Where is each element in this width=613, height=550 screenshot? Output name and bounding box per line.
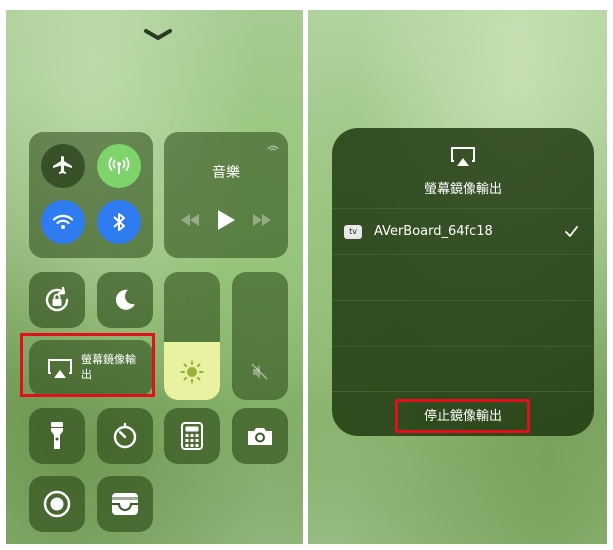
music-controls xyxy=(164,208,288,232)
bluetooth-toggle[interactable] xyxy=(97,200,141,244)
device-list: tv AVerBoard_64fc18 xyxy=(332,208,594,392)
stop-mirroring-highlight xyxy=(395,399,530,433)
wallet-button[interactable] xyxy=(97,476,153,532)
bluetooth-icon xyxy=(113,213,125,231)
wifi-icon xyxy=(52,214,74,229)
moon-icon xyxy=(115,289,135,310)
rotation-lock-icon xyxy=(45,286,69,312)
apple-tv-badge: tv xyxy=(344,225,362,239)
camera-icon xyxy=(248,428,272,445)
play-icon[interactable] xyxy=(215,208,237,232)
control-center-panel: 音樂 螢幕鏡像輸出 xyxy=(6,10,303,544)
screen-mirroring-icon xyxy=(451,147,475,166)
wallet-icon xyxy=(112,493,138,515)
screen-recording-button[interactable] xyxy=(29,476,85,532)
mute-speaker-icon xyxy=(251,363,268,380)
timer-icon xyxy=(113,422,137,449)
music-tile[interactable]: 音樂 xyxy=(164,132,288,258)
sun-icon xyxy=(180,360,204,384)
chevron-down-icon[interactable] xyxy=(144,28,172,42)
airplay-audio-icon[interactable] xyxy=(266,140,280,154)
flashlight-icon xyxy=(51,422,63,449)
music-title: 音樂 xyxy=(212,165,240,181)
timer-button[interactable] xyxy=(97,408,153,464)
camera-button[interactable] xyxy=(232,408,288,464)
screen-mirroring-dialog: 螢幕鏡像輸出 tv AVerBoard_64fc18 停止鏡像輸出 xyxy=(332,128,594,436)
volume-slider[interactable] xyxy=(232,272,288,400)
dialog-title: 螢幕鏡像輸出 xyxy=(423,182,502,197)
orientation-lock-button[interactable] xyxy=(29,272,85,328)
fast-forward-icon[interactable] xyxy=(251,213,273,227)
calculator-button[interactable] xyxy=(164,408,220,464)
airplane-mode-toggle[interactable] xyxy=(41,144,85,188)
connectivity-tile xyxy=(29,132,153,258)
checkmark-icon xyxy=(565,226,578,237)
apple-tv-badge-text: tv xyxy=(349,227,357,236)
do-not-disturb-button[interactable] xyxy=(97,272,153,328)
device-row[interactable]: tv AVerBoard_64fc18 xyxy=(332,208,594,255)
calculator-icon xyxy=(181,422,203,450)
antenna-icon xyxy=(108,156,130,174)
empty-row xyxy=(332,346,594,393)
empty-row xyxy=(332,300,594,347)
wifi-toggle[interactable] xyxy=(41,200,85,244)
record-icon xyxy=(43,490,71,518)
airplane-icon xyxy=(53,156,72,174)
screen-mirroring-panel: 螢幕鏡像輸出 tv AVerBoard_64fc18 停止鏡像輸出 xyxy=(308,10,607,544)
cellular-data-toggle[interactable] xyxy=(97,144,141,188)
screen-mirroring-highlight xyxy=(20,333,155,397)
rewind-icon[interactable] xyxy=(179,213,201,227)
flashlight-button[interactable] xyxy=(29,408,85,464)
empty-row xyxy=(332,254,594,301)
device-name: AVerBoard_64fc18 xyxy=(374,224,493,239)
brightness-slider[interactable] xyxy=(164,272,220,400)
